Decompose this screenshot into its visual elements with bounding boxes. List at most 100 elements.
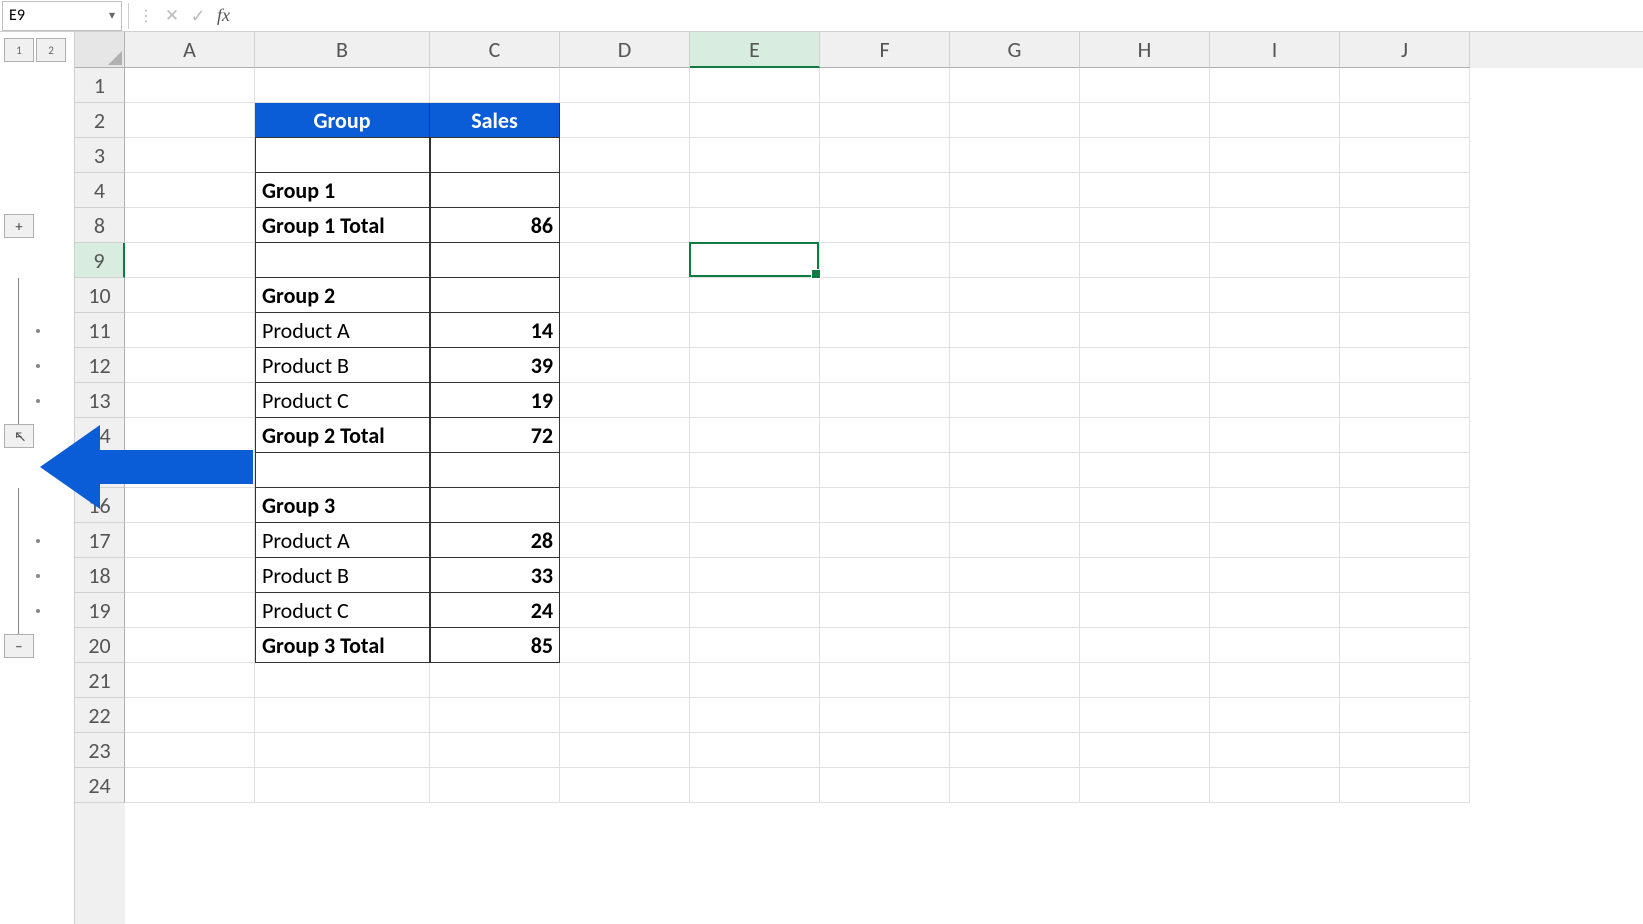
table-cell-C17[interactable]: 28 xyxy=(430,523,560,558)
cell-J19[interactable] xyxy=(1340,593,1470,628)
cell-B24[interactable] xyxy=(255,768,430,803)
outline-level-1[interactable]: 1 xyxy=(4,38,34,62)
cell-D16[interactable] xyxy=(560,488,690,523)
cell-B21[interactable] xyxy=(255,663,430,698)
cell-E2[interactable] xyxy=(690,103,820,138)
table-cell-C12[interactable]: 39 xyxy=(430,348,560,383)
table-cell-B16[interactable]: Group 3 xyxy=(255,488,430,523)
cell-A11[interactable] xyxy=(125,313,255,348)
cell-A14[interactable] xyxy=(125,418,255,453)
cell-J18[interactable] xyxy=(1340,558,1470,593)
cell-G19[interactable] xyxy=(950,593,1080,628)
cell-E19[interactable] xyxy=(690,593,820,628)
cell-F14[interactable] xyxy=(820,418,950,453)
cell-G16[interactable] xyxy=(950,488,1080,523)
table-cell-B14[interactable]: Group 2 Total xyxy=(255,418,430,453)
cell-F17[interactable] xyxy=(820,523,950,558)
cell-F23[interactable] xyxy=(820,733,950,768)
chevron-down-icon[interactable]: ▾ xyxy=(109,8,115,23)
cell-I17[interactable] xyxy=(1210,523,1340,558)
cell-H19[interactable] xyxy=(1080,593,1210,628)
fx-icon[interactable]: fx xyxy=(217,5,230,26)
cell-C1[interactable] xyxy=(430,68,560,103)
cell-I24[interactable] xyxy=(1210,768,1340,803)
cell-G4[interactable] xyxy=(950,173,1080,208)
row-header-8[interactable]: 8 xyxy=(75,208,125,243)
cell-F12[interactable] xyxy=(820,348,950,383)
cell-E18[interactable] xyxy=(690,558,820,593)
col-header-J[interactable]: J xyxy=(1340,32,1470,68)
cell-D17[interactable] xyxy=(560,523,690,558)
cell-J8[interactable] xyxy=(1340,208,1470,243)
cell-G22[interactable] xyxy=(950,698,1080,733)
cell-H23[interactable] xyxy=(1080,733,1210,768)
table-cell-B8[interactable]: Group 1 Total xyxy=(255,208,430,243)
cancel-icon[interactable]: ✕ xyxy=(159,3,185,29)
cell-A20[interactable] xyxy=(125,628,255,663)
cell-H15[interactable] xyxy=(1080,453,1210,488)
cell-D14[interactable] xyxy=(560,418,690,453)
cell-I22[interactable] xyxy=(1210,698,1340,733)
cell-E16[interactable] xyxy=(690,488,820,523)
cell-H3[interactable] xyxy=(1080,138,1210,173)
cell-J14[interactable] xyxy=(1340,418,1470,453)
cell-H8[interactable] xyxy=(1080,208,1210,243)
cell-F2[interactable] xyxy=(820,103,950,138)
outline-expand-button[interactable]: + xyxy=(4,214,34,238)
cell-J17[interactable] xyxy=(1340,523,1470,558)
row-header-22[interactable]: 22 xyxy=(75,698,125,733)
cell-H9[interactable] xyxy=(1080,243,1210,278)
cell-J12[interactable] xyxy=(1340,348,1470,383)
cell-E17[interactable] xyxy=(690,523,820,558)
cell-F3[interactable] xyxy=(820,138,950,173)
cell-H22[interactable] xyxy=(1080,698,1210,733)
cell-G21[interactable] xyxy=(950,663,1080,698)
cell-E24[interactable] xyxy=(690,768,820,803)
cell-D11[interactable] xyxy=(560,313,690,348)
cell-A22[interactable] xyxy=(125,698,255,733)
cell-G10[interactable] xyxy=(950,278,1080,313)
cell-E3[interactable] xyxy=(690,138,820,173)
cell-H21[interactable] xyxy=(1080,663,1210,698)
cell-F18[interactable] xyxy=(820,558,950,593)
cell-E12[interactable] xyxy=(690,348,820,383)
cell-E14[interactable] xyxy=(690,418,820,453)
table-cell-B12[interactable]: Product B xyxy=(255,348,430,383)
cell-D3[interactable] xyxy=(560,138,690,173)
table-cell-C3[interactable] xyxy=(430,138,560,173)
cell-H11[interactable] xyxy=(1080,313,1210,348)
cell-G11[interactable] xyxy=(950,313,1080,348)
table-cell-C18[interactable]: 33 xyxy=(430,558,560,593)
cell-D4[interactable] xyxy=(560,173,690,208)
col-header-I[interactable]: I xyxy=(1210,32,1340,68)
cell-G1[interactable] xyxy=(950,68,1080,103)
cell-H13[interactable] xyxy=(1080,383,1210,418)
cell-F21[interactable] xyxy=(820,663,950,698)
cell-I9[interactable] xyxy=(1210,243,1340,278)
cell-G18[interactable] xyxy=(950,558,1080,593)
cell-D19[interactable] xyxy=(560,593,690,628)
cell-A23[interactable] xyxy=(125,733,255,768)
row-header-12[interactable]: 12 xyxy=(75,348,125,383)
row-header-19[interactable]: 19 xyxy=(75,593,125,628)
col-header-A[interactable]: A xyxy=(125,32,255,68)
cell-H2[interactable] xyxy=(1080,103,1210,138)
cell-E1[interactable] xyxy=(690,68,820,103)
enter-icon[interactable]: ✓ xyxy=(185,3,211,29)
col-header-E[interactable]: E xyxy=(690,32,820,68)
cell-G8[interactable] xyxy=(950,208,1080,243)
cell-A3[interactable] xyxy=(125,138,255,173)
table-cell-C14[interactable]: 72 xyxy=(430,418,560,453)
cell-I21[interactable] xyxy=(1210,663,1340,698)
cell-F8[interactable] xyxy=(820,208,950,243)
cell-J1[interactable] xyxy=(1340,68,1470,103)
cell-I1[interactable] xyxy=(1210,68,1340,103)
table-header-B[interactable]: Group xyxy=(255,103,430,138)
cell-I15[interactable] xyxy=(1210,453,1340,488)
table-cell-C4[interactable] xyxy=(430,173,560,208)
cell-A13[interactable] xyxy=(125,383,255,418)
cell-J3[interactable] xyxy=(1340,138,1470,173)
cell-E23[interactable] xyxy=(690,733,820,768)
row-header-18[interactable]: 18 xyxy=(75,558,125,593)
row-header-13[interactable]: 13 xyxy=(75,383,125,418)
